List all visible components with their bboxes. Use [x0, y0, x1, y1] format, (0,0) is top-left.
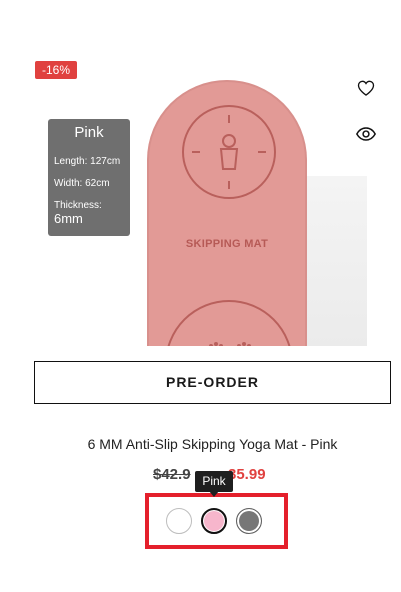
- mat-label: SKIPPING MAT: [185, 238, 269, 250]
- swatch-pink[interactable]: [201, 508, 227, 534]
- heart-icon: [357, 80, 375, 96]
- swatch-gray[interactable]: [236, 508, 262, 534]
- spec-thickness-label: Thickness:: [54, 200, 102, 211]
- model-image: [355, 236, 367, 346]
- jump-rope-icon: [192, 115, 266, 189]
- old-price: $42.9: [153, 466, 191, 483]
- spec-box: Pink Length: 127cm Width: 62cm Thickness…: [48, 119, 130, 236]
- product-title[interactable]: 6 MM Anti-Slip Skipping Yoga Mat - Pink: [34, 436, 391, 452]
- product-card: SKIPPING MAT Pink Length: 127cm Width: 6…: [0, 0, 401, 592]
- jump-rope-emblem: [182, 105, 276, 199]
- discount-badge: -16%: [35, 61, 77, 79]
- wishlist-button[interactable]: [355, 77, 377, 99]
- swatch-white[interactable]: [166, 508, 192, 534]
- spec-length: Length: 127cm: [54, 156, 121, 167]
- footprints-icon: [209, 342, 251, 346]
- sale-price: 35.99: [228, 466, 266, 483]
- swatch-tooltip: Pink: [195, 471, 233, 492]
- spec-width: Width: 62cm: [54, 178, 110, 189]
- quickview-button[interactable]: [355, 123, 377, 145]
- yoga-mat-image: SKIPPING MAT: [147, 80, 307, 346]
- spec-thickness: Thickness: 6mm: [54, 200, 130, 226]
- preorder-button[interactable]: PRE-ORDER: [34, 361, 391, 404]
- spec-thickness-value: 6mm: [54, 211, 83, 226]
- tooltip-arrow: [209, 491, 219, 497]
- spec-title: Pink: [74, 124, 104, 141]
- footprints-emblem: [165, 300, 293, 346]
- eye-icon: [355, 127, 377, 141]
